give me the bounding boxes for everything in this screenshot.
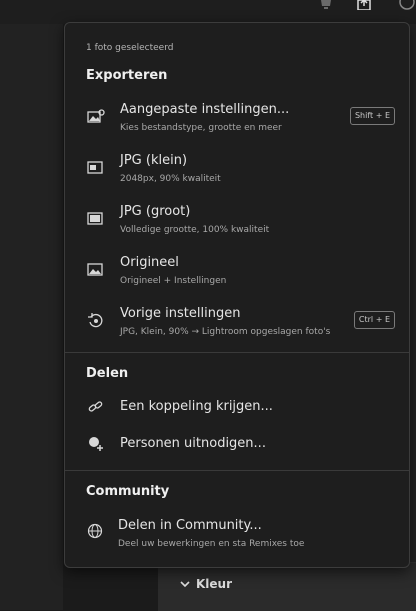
export-custom-settings[interactable]: Aangepaste instellingen... Kies bestands…	[65, 98, 409, 142]
section-delen: Delen	[86, 366, 129, 381]
community-share[interactable]: Delen in Community... Deel uw bewerkinge…	[65, 512, 409, 556]
left-panel	[0, 24, 63, 610]
community-share-sub: Deel uw bewerkingen en sta Remixes toe	[118, 539, 305, 549]
share-get-link[interactable]: Een koppeling krijgen...	[65, 391, 409, 423]
invite-person-icon	[89, 437, 103, 451]
export-jpg-small-label: JPG (klein)	[120, 153, 188, 168]
export-custom-sub: Kies bestandstype, grootte en meer	[120, 123, 282, 133]
previous-settings-icon	[88, 313, 103, 328]
export-custom-label: Aangepaste instellingen...	[120, 102, 290, 117]
export-jpg-large[interactable]: JPG (groot) Volledige grootte, 100% kwal…	[65, 200, 409, 244]
top-bar	[0, 0, 416, 24]
export-original-sub: Origineel + Instellingen	[120, 276, 227, 286]
share-invite-label: Personen uitnodigen...	[120, 436, 266, 451]
chevron-down-icon	[180, 581, 190, 588]
export-share-menu: 1 foto geselecteerd Exporteren Aangepast…	[64, 22, 410, 568]
globe-icon	[87, 523, 103, 539]
section-community: Community	[86, 484, 170, 499]
kleur-label: Kleur	[196, 577, 233, 591]
shortcut-shift-e: Shift + E	[349, 107, 395, 125]
divider	[65, 470, 409, 471]
export-previous-label: Vorige instellingen	[120, 306, 241, 321]
selected-count: 1 foto geselecteerd	[86, 43, 174, 53]
export-jpg-large-sub: Volledige grootte, 100% kwaliteit	[120, 225, 270, 235]
export-jpg-small[interactable]: JPG (klein) 2048px, 90% kwaliteit	[65, 149, 409, 193]
link-icon	[88, 401, 103, 412]
export-previous-sub: JPG, Klein, 90% → Lightroom opgeslagen f…	[120, 327, 331, 337]
section-exporteren: Exporteren	[86, 68, 168, 83]
export-jpg-large-label: JPG (groot)	[120, 204, 191, 219]
divider	[65, 352, 409, 353]
help-icon[interactable]	[399, 0, 415, 10]
bell-icon[interactable]	[318, 0, 334, 10]
jpg-large-icon	[87, 212, 103, 225]
export-original[interactable]: Origineel Origineel + Instellingen	[65, 251, 409, 295]
community-share-label: Delen in Community...	[118, 518, 262, 533]
export-jpg-small-sub: 2048px, 90% kwaliteit	[120, 174, 221, 184]
export-original-label: Origineel	[120, 255, 179, 270]
export-previous-settings[interactable]: Vorige instellingen JPG, Klein, 90% → Li…	[65, 302, 409, 346]
share-icon[interactable]	[356, 0, 372, 10]
original-image-icon	[87, 263, 103, 276]
share-invite-people[interactable]: Personen uitnodigen...	[65, 428, 409, 460]
jpg-small-icon	[87, 161, 103, 174]
custom-settings-icon	[87, 109, 105, 123]
share-get-link-label: Een koppeling krijgen...	[120, 399, 273, 414]
kleur-section-toggle[interactable]: Kleur	[180, 577, 232, 591]
shortcut-ctrl-e: Ctrl + E	[353, 311, 395, 329]
